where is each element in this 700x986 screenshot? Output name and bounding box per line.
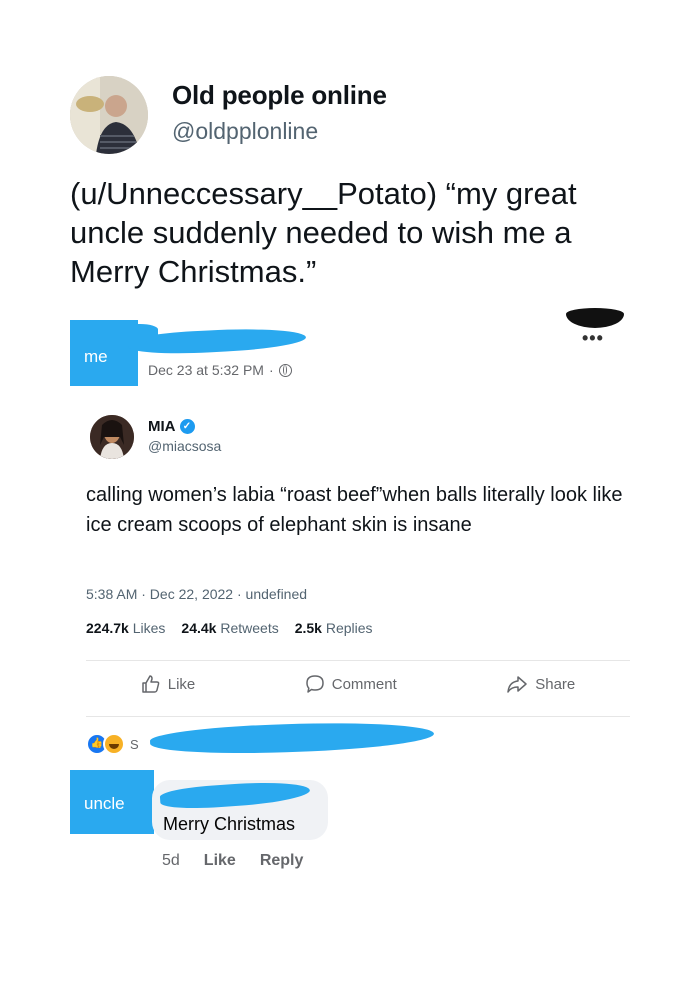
author-name[interactable]: Old people online	[172, 80, 387, 111]
tweet-text: (u/Unneccessary__Potato) “my great uncle…	[70, 176, 577, 289]
more-options-icon[interactable]: •••	[582, 328, 604, 349]
author-handle[interactable]: @oldpplonline	[172, 118, 318, 145]
comment-like-button[interactable]: Like	[204, 852, 236, 870]
thumbs-up-icon	[141, 675, 160, 693]
post-action-bar: Like Comment Share	[86, 674, 630, 694]
post-date[interactable]: Dec 23 at 5:32 PM	[148, 362, 264, 378]
verified-badge-icon: ✓	[179, 419, 195, 434]
stat-retweets: 24.4k Retweets	[181, 620, 279, 636]
comment-label: Comment	[331, 675, 397, 693]
comment-text: Merry Christmas	[163, 814, 296, 834]
stat-likes: 224.7k Likes	[86, 620, 166, 636]
haha-reaction-icon	[103, 733, 125, 755]
embedded-tweet-meta: 5:38 AM · Dec 22, 2022 · undefined	[86, 586, 308, 602]
poster-avatar-label: me	[84, 347, 108, 366]
mia-avatar	[90, 415, 134, 459]
share-button[interactable]: Share	[506, 674, 575, 694]
comment-reply-button[interactable]: Reply	[260, 852, 304, 870]
share-icon	[507, 676, 527, 693]
redaction-scribble	[98, 324, 158, 342]
post-timestamp[interactable]: Dec 23 at 5:32 PM ·	[148, 362, 292, 378]
mia-name-row: MIA ✓	[148, 418, 195, 435]
share-label: Share	[535, 675, 576, 693]
redaction-mark	[566, 308, 624, 328]
embedded-tweet-text: calling women’s labia “roast beef”when b…	[86, 484, 623, 536]
embedded-tweet-stats: 224.7k Likes 24.4k Retweets 2.5k Replies	[86, 620, 373, 636]
like-label: Like	[167, 675, 196, 693]
reactions-names: S	[130, 736, 139, 752]
commenter-avatar-label: uncle	[84, 794, 125, 813]
date-separator: ·	[268, 362, 274, 378]
divider	[86, 716, 630, 717]
comment-icon	[305, 675, 324, 693]
divider	[86, 660, 630, 661]
reactions-summary[interactable]: 👍 S	[86, 733, 139, 755]
globe-icon	[278, 363, 292, 377]
like-button[interactable]: Like	[141, 674, 196, 694]
mia-name: MIA	[148, 418, 176, 435]
mia-handle: @miacsosa	[148, 438, 222, 454]
comment-meta: 5d Like Reply	[162, 852, 303, 870]
stat-replies: 2.5k Replies	[294, 620, 373, 636]
redaction-scribble	[149, 719, 435, 757]
author-avatar[interactable]	[70, 76, 148, 154]
comment-button[interactable]: Comment	[305, 674, 397, 694]
comment-age[interactable]: 5d	[162, 852, 180, 870]
